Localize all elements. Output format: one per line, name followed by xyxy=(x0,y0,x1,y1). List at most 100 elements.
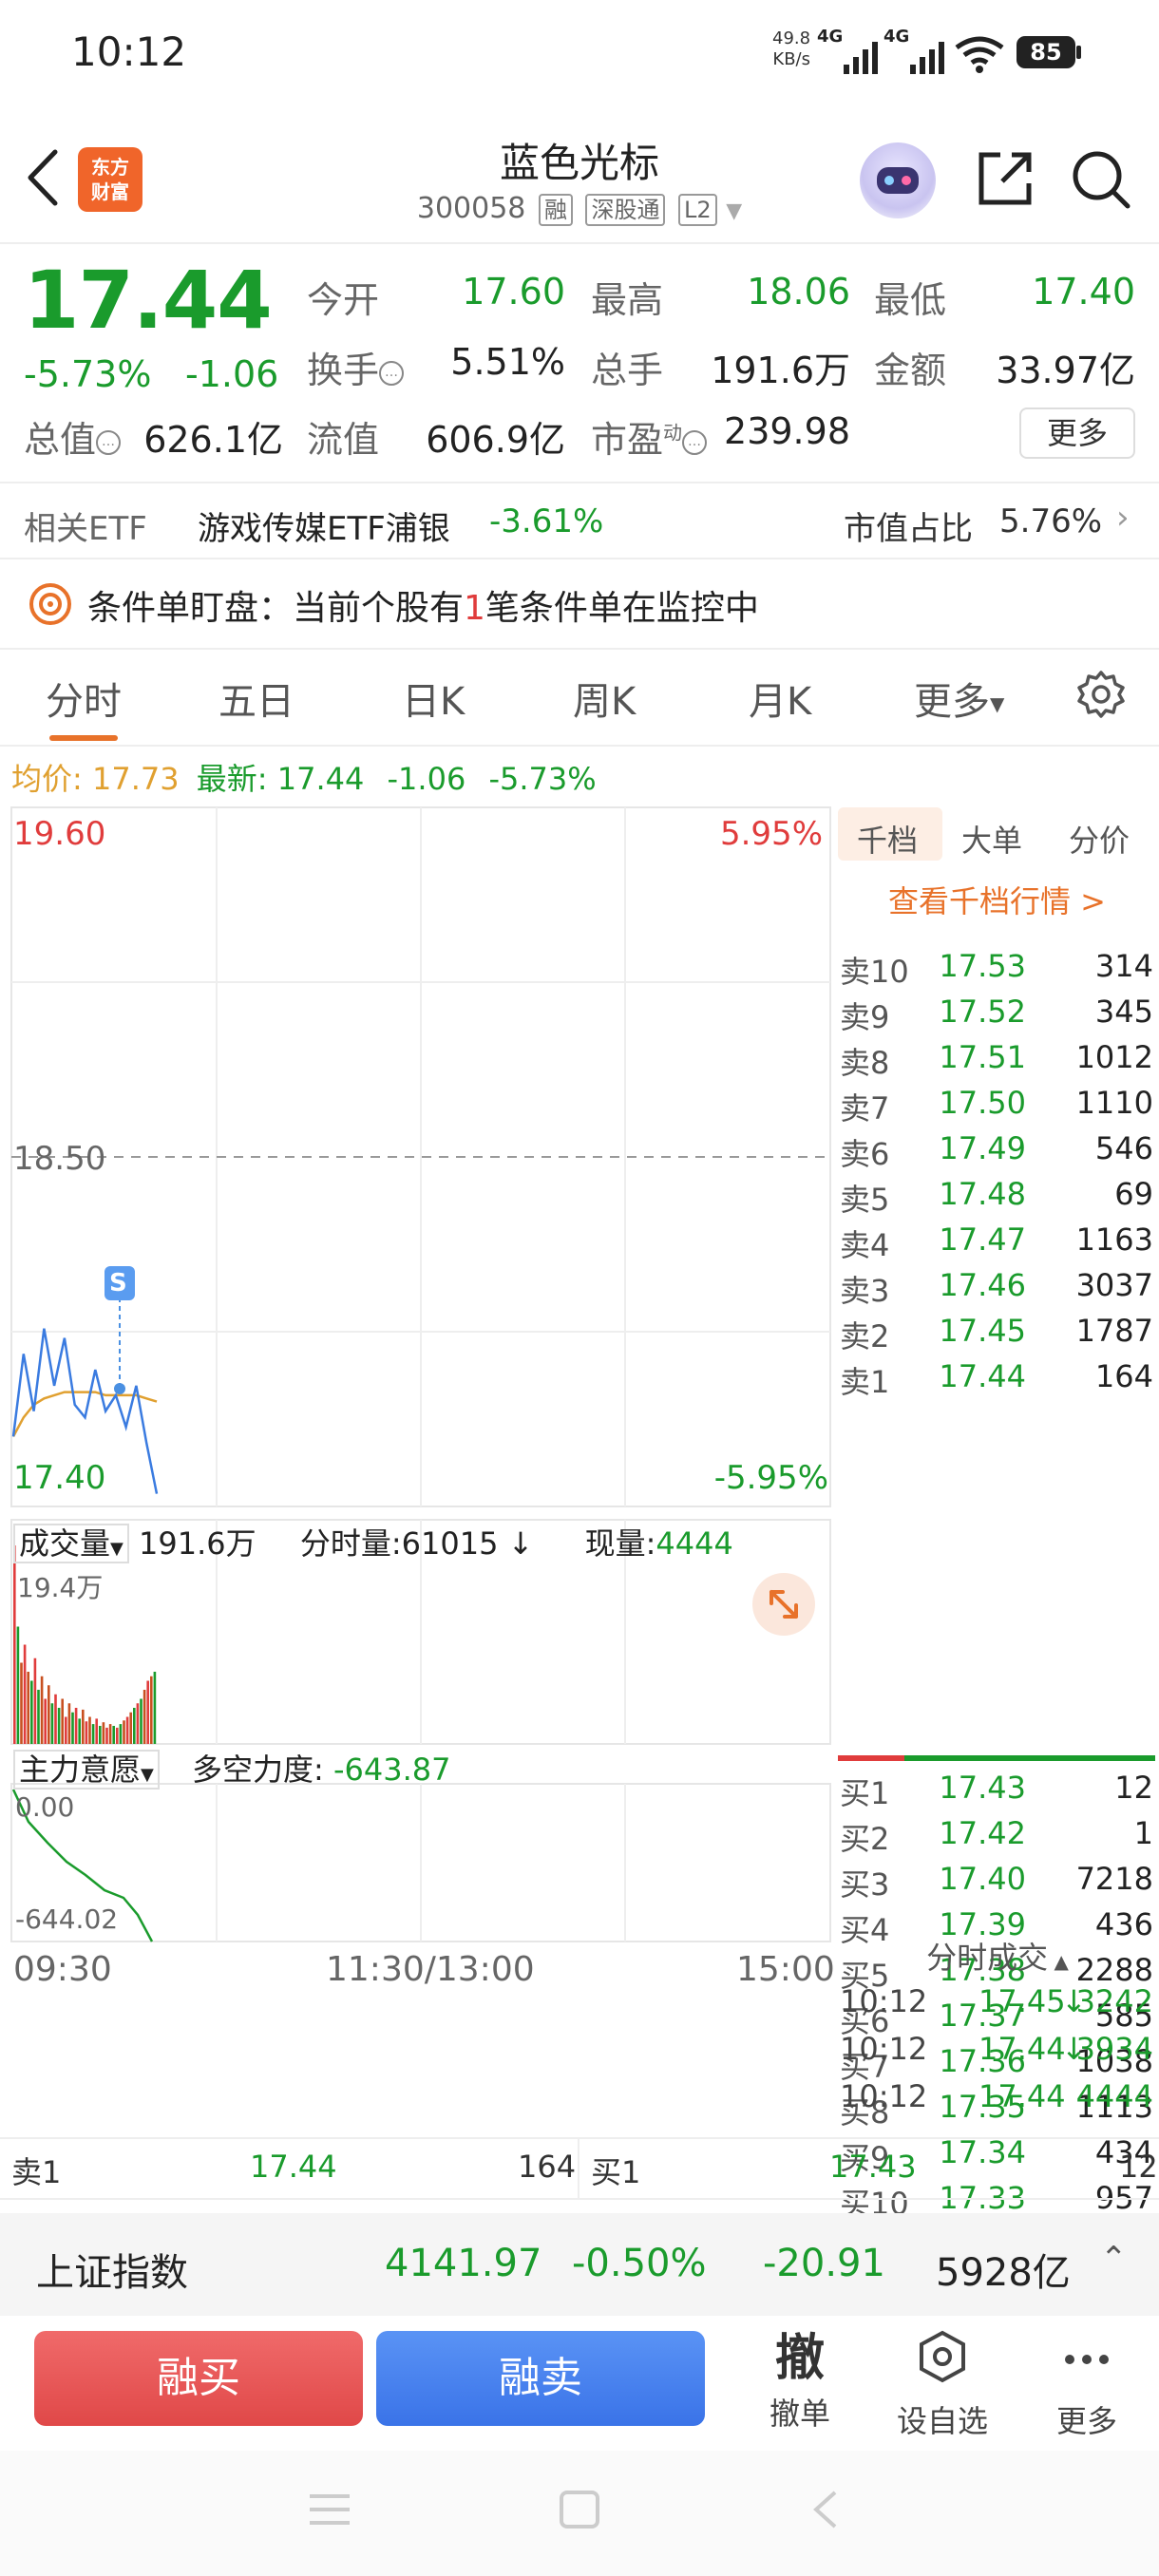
tab-more-label: 更多 xyxy=(914,680,990,724)
time-mid: 11:30/13:00 xyxy=(326,1950,535,1989)
ask-row[interactable]: 卖4 17.47 1163 xyxy=(836,1222,1159,1267)
mktcap-label[interactable]: 总值… xyxy=(24,410,122,463)
indicator-selector[interactable]: 主力意愿▼ xyxy=(13,1750,160,1790)
tab-weekly-k[interactable]: 周K xyxy=(573,671,636,726)
hexagon-icon xyxy=(920,2330,965,2383)
assistant-avatar[interactable] xyxy=(860,142,936,218)
volume-bar xyxy=(119,1724,123,1744)
pct-low-label: -5.95% xyxy=(713,1459,828,1497)
add-watchlist-button[interactable]: 设自选 xyxy=(885,2327,999,2441)
last-label: 最新: xyxy=(196,761,268,797)
ask-row[interactable]: 卖6 17.49 546 xyxy=(836,1130,1159,1176)
tab-daily-k[interactable]: 日K xyxy=(402,671,465,726)
ask-price: 17.51 xyxy=(939,1039,1026,1075)
search-button[interactable] xyxy=(1069,147,1131,210)
ask-row[interactable]: 卖10 17.53 314 xyxy=(836,948,1159,994)
price-low-label: 17.40 xyxy=(13,1459,106,1497)
volume-value: 191.6万 xyxy=(711,350,850,391)
ask-price: 17.52 xyxy=(939,994,1026,1030)
battery-tip xyxy=(1076,46,1081,59)
turnover-label[interactable]: 换手… xyxy=(307,341,405,393)
share-button[interactable] xyxy=(974,147,1036,210)
view-levels-link[interactable]: 查看千档行情 > xyxy=(888,878,1106,921)
volume-selector-label: 成交量 xyxy=(19,1525,111,1562)
margin-buy-button[interactable]: 融买 xyxy=(34,2331,363,2426)
index-pct: -0.50% xyxy=(572,2242,707,2285)
more-actions-button[interactable]: 更多 xyxy=(1030,2327,1144,2441)
related-etf-row[interactable]: 相关ETF 游戏传媒ETF浦银 -3.61% 市值占比 5.76% › xyxy=(0,482,1159,559)
more-info-icon: … xyxy=(96,429,122,455)
tab-large-orders[interactable]: 大单 xyxy=(961,817,1022,861)
ask-row[interactable]: 卖5 17.48 69 xyxy=(836,1176,1159,1222)
signal-marker-dot xyxy=(114,1383,125,1394)
trades-header[interactable]: 分时成交 ▲ xyxy=(836,1934,1159,1978)
buy-strength-bar xyxy=(904,1755,1155,1761)
tab-five-day[interactable]: 五日 xyxy=(218,671,294,726)
tab-intraday[interactable]: 分时 xyxy=(46,671,122,726)
condition-alert-row[interactable]: 条件单盯盘：当前个股有1笔条件单在监控中 xyxy=(0,559,1159,650)
volume-bar xyxy=(82,1709,85,1744)
volume-bar xyxy=(30,1680,33,1744)
radar-icon xyxy=(29,583,71,625)
sell-strength-bar xyxy=(838,1755,904,1761)
intraday-chart[interactable] xyxy=(0,805,836,2135)
volume-bar xyxy=(95,1718,98,1744)
tab-monthly-k[interactable]: 月K xyxy=(749,671,811,726)
volume-selector[interactable]: 成交量▼ xyxy=(13,1524,129,1563)
chart-tabs: 分时 五日 日K 周K 月K 更多▼ xyxy=(0,650,1159,747)
chevron-up-icon[interactable]: ⌃ xyxy=(1100,2240,1128,2278)
more-actions-label: 更多 xyxy=(1055,2403,1117,2439)
ask-row[interactable]: 卖9 17.52 345 xyxy=(836,994,1159,1039)
caret-down-icon: ▼ xyxy=(141,1765,154,1785)
float-label: 流值 xyxy=(307,419,380,461)
ask-price: 17.45 xyxy=(939,1313,1026,1349)
wifi-icon xyxy=(955,36,1004,78)
expand-button[interactable] xyxy=(752,1573,815,1636)
trade-row: 10:12 17.44 4444 xyxy=(836,2078,1159,2126)
ask-level-label: 卖5 xyxy=(840,1182,890,1218)
tab-thousand-levels[interactable]: 千档 xyxy=(857,817,918,861)
bid-price: 17.40 xyxy=(939,1861,1026,1897)
intraday-chart-area[interactable]: 19.60 5.95% 18.50 17.40 -5.95% S 成交量▼ 19… xyxy=(0,805,836,2135)
volume-bar xyxy=(136,1703,140,1744)
ask-row[interactable]: 卖1 17.44 164 xyxy=(836,1358,1159,1404)
ask-level-label: 卖3 xyxy=(840,1273,890,1309)
menu-icon[interactable] xyxy=(306,2489,353,2530)
stock-header: 东方 财富 蓝色光标 300058 融 深股通 L2 ▼ xyxy=(0,104,1159,242)
volume-bar xyxy=(116,1727,119,1744)
price-high-label: 19.60 xyxy=(13,815,106,853)
more-button[interactable]: 更多 xyxy=(1019,407,1135,459)
ask-level-label: 卖1 xyxy=(840,1364,890,1400)
alert-suffix: 笔条件单在监控中 xyxy=(484,589,759,628)
trade-volume: 3934 xyxy=(1075,2031,1153,2067)
trade-row: 10:12 17.45 ↓ 3242 xyxy=(836,1983,1159,2031)
back-nav-icon[interactable] xyxy=(803,2487,850,2532)
ask-row[interactable]: 卖7 17.50 1110 xyxy=(836,1085,1159,1130)
bid-row[interactable]: 买2 17.42 1 xyxy=(836,1815,1159,1861)
add-watchlist-label: 设自选 xyxy=(896,2403,988,2439)
margin-sell-button[interactable]: 融卖 xyxy=(376,2331,705,2426)
home-icon[interactable] xyxy=(556,2487,603,2532)
index-ticker-bar[interactable]: 上证指数 4141.97 -0.50% -20.91 5928亿 ⌃ xyxy=(0,2213,1159,2316)
ask-price: 17.50 xyxy=(939,1085,1026,1121)
pe-label[interactable]: 市盈动… xyxy=(591,410,708,463)
cancel-order-button[interactable]: 撤 撤单 xyxy=(743,2327,857,2434)
ask-row[interactable]: 卖8 17.51 1012 xyxy=(836,1039,1159,1085)
indicator-header: 主力意愿▼ 多空力度: -643.87 xyxy=(13,1746,451,1790)
battery-icon: 85 xyxy=(1016,36,1075,68)
volume-bar xyxy=(71,1712,74,1744)
tab-more[interactable]: 更多▼ xyxy=(914,671,1004,726)
ask-row[interactable]: 卖2 17.45 1787 xyxy=(836,1313,1159,1358)
ask-row[interactable]: 卖3 17.46 3037 xyxy=(836,1267,1159,1313)
settings-button[interactable] xyxy=(1075,669,1127,729)
margin-tag: 融 xyxy=(538,194,573,226)
bid-row[interactable]: 买1 17.43 12 xyxy=(836,1770,1159,1815)
bid-row[interactable]: 买3 17.40 7218 xyxy=(836,1861,1159,1906)
tab-price-distribution[interactable]: 分价 xyxy=(1069,817,1130,861)
caret-down-icon: ▼ xyxy=(726,199,743,223)
ask-price: 17.46 xyxy=(939,1267,1026,1303)
volume-bar xyxy=(133,1708,136,1744)
volume-header: 成交量▼ 191.6万 分时量:61015 ↓ 现量:4444 xyxy=(13,1520,733,1563)
ask-volume: 1012 xyxy=(1075,1039,1153,1075)
volume-bar xyxy=(153,1672,157,1744)
